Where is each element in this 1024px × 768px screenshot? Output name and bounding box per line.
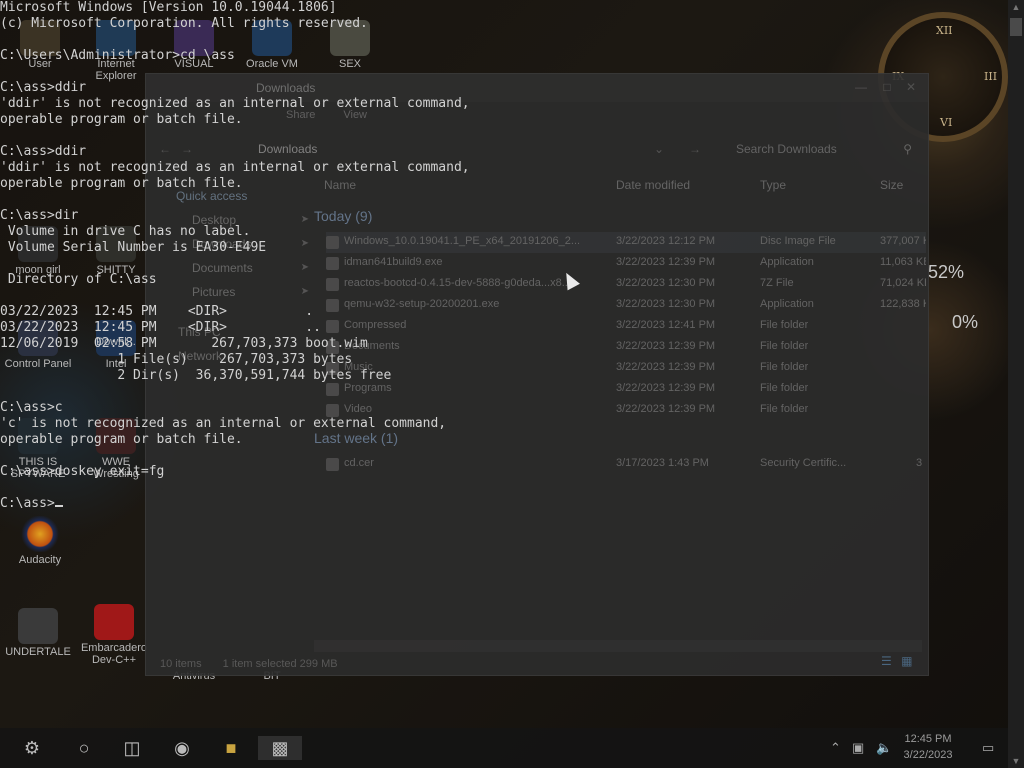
network-icon[interactable]: ▣ [852,740,864,756]
console-line: operable program or batch file. [0,176,243,191]
console-line: C:\Users\Administrator>cd \ass [0,48,235,63]
command-prompt-icon[interactable]: ▩ [258,736,302,760]
console-line: 03/22/2023 12:45 PM <DIR> . [0,304,314,319]
console-line: 1 File(s) 267,703,373 bytes [0,352,353,367]
notifications-icon[interactable]: ▭ [982,740,994,756]
console-line: Directory of C:\ass [0,272,157,287]
prompt-text: C:\ass> [0,496,55,511]
file-explorer-icon[interactable]: ■ [217,736,245,760]
console-line: 'c' is not recognized as an internal or … [0,416,447,431]
console-scrollbar[interactable]: ▲ ▼ [1008,0,1024,768]
clock-date: 3/22/2023 [903,749,953,761]
console-line: C:\ass>ddir [0,144,87,159]
text-cursor [54,505,63,507]
console-line: Volume in drive C has no label. [0,224,251,239]
clock-time: 12:45 PM [904,733,952,745]
console-line: 03/22/2023 12:45 PM <DIR> .. [0,320,321,335]
console-line: C:\ass>ddir [0,80,87,95]
console-prompt[interactable]: C:\ass> [0,496,1008,512]
taskbar-clock[interactable]: 12:45 PM 3/22/2023 [880,731,976,763]
console-line: operable program or batch file. [0,432,243,447]
console-line: C:\ass>doskey exit=fg [0,464,165,479]
console-line: C:\ass>c [0,400,63,415]
scroll-down-icon[interactable]: ▼ [1008,756,1024,766]
task-view-icon[interactable]: ◫ [118,736,146,760]
chrome-icon[interactable]: ◉ [168,736,196,760]
console-line: operable program or batch file. [0,112,243,127]
console-line: 'ddir' is not recognized as an internal … [0,96,470,111]
console-line: C:\ass>dir [0,208,79,223]
scrollbar-thumb[interactable] [1010,18,1022,36]
start-icon[interactable]: ⚙ [18,736,46,760]
console-line: 12/06/2019 02:58 PM 267,703,373 boot.wim [0,336,368,351]
scroll-up-icon[interactable]: ▲ [1008,2,1024,12]
console-line: 2 Dir(s) 36,370,591,744 bytes free [0,368,392,383]
command-prompt-output[interactable]: Microsoft Windows [Version 10.0.19044.18… [0,0,1008,734]
taskbar: ⚙ ○ ◫ ◉ ■ ▩ ⌃ ▣ 🔈 12:45 PM 3/22/2023 ▭ [0,728,1008,768]
console-line: (c) Microsoft Corporation. All rights re… [0,16,368,31]
console-line: Microsoft Windows [Version 10.0.19044.18… [0,0,337,15]
show-hidden-icons-chevron-icon[interactable]: ⌃ [830,740,841,756]
console-line: 'ddir' is not recognized as an internal … [0,160,470,175]
console-line: Volume Serial Number is EA30-E49E [0,240,267,255]
cortana-icon[interactable]: ○ [70,736,98,760]
